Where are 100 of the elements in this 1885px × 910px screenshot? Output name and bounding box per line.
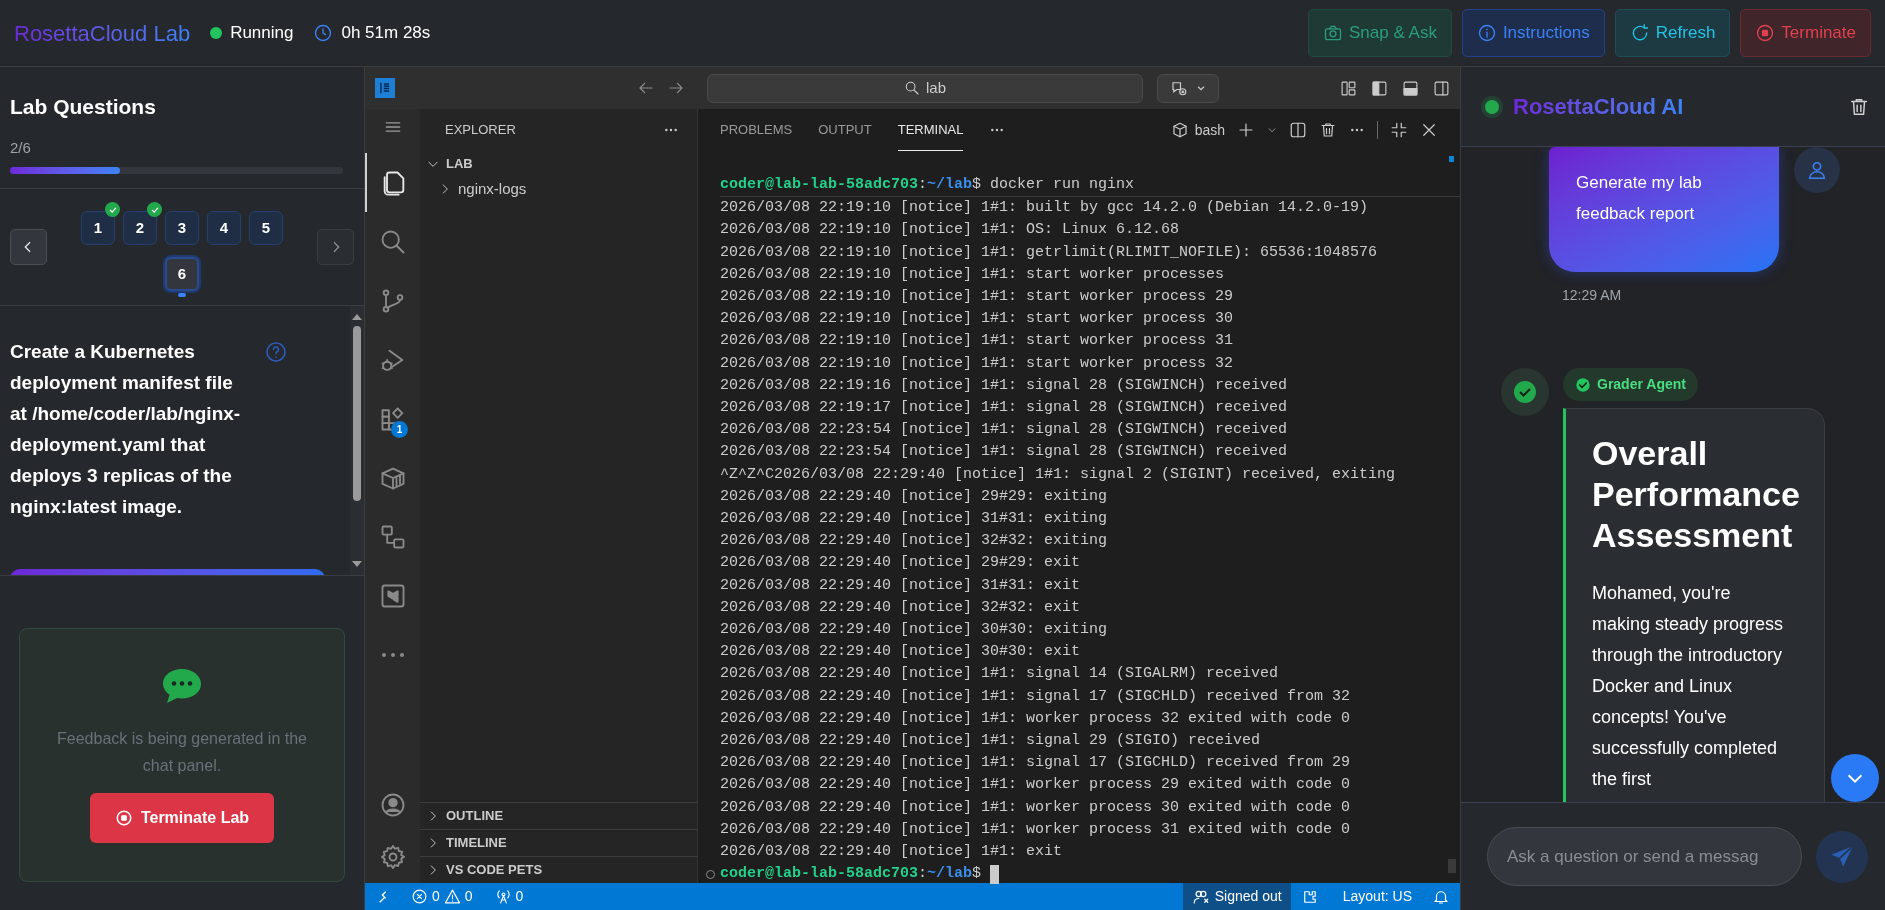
explorer-title: EXPLORER: [445, 121, 516, 140]
terminal-line: 2026/03/08 22:19:17 [notice] 1#1: signal 28 (SIGWINCH) received: [720, 398, 1289, 419]
chat-bubble-icon: [161, 667, 203, 705]
close-icon[interactable]: [1420, 121, 1438, 139]
chevron-icon[interactable]: [1267, 125, 1277, 135]
question-button[interactable]: 2: [123, 211, 157, 245]
terminal-line: 2026/03/08 22:29:40 [notice] 32#32: exit: [720, 597, 1082, 618]
user-message: Generate my lab feedback report: [1549, 147, 1779, 272]
refresh-button[interactable]: Refresh: [1614, 9, 1731, 57]
section-header[interactable]: TIMELINE: [420, 829, 697, 856]
terminal-line: 2026/03/08 22:19:10 [notice] 1#1: start worker processes: [720, 264, 1226, 285]
status-text: Running: [230, 22, 294, 45]
terminal-line: 2026/03/08 22:19:10 [notice] 1#1: getrlimit(RLIMIT_NOFILE): 65536:1048576: [720, 242, 1379, 263]
terminal-line: 2026/03/08 22:19:10 [notice] 1#1: OS: Linux 6.12.68: [720, 220, 1181, 241]
prompt-line: coder@lab-lab-58adc703:~/lab$ docker run nginx: [720, 175, 1135, 195]
feedback-message: Feedback is being generated in the chat panel.: [56, 729, 308, 776]
question-text: Create a Kubernetes deployment manifest file at /home/coder/lab/nginx-deployment.yaml that deploys 3 replicas of the nginx:latest image.: [10, 340, 242, 519]
broadcast-icon[interactable]: [494, 888, 512, 905]
sidebar-toggle-icon[interactable]: [1371, 79, 1388, 97]
error-count[interactable]: 0: [432, 886, 440, 907]
chevron-down-icon: [1196, 83, 1206, 93]
search-field[interactable]: lab: [707, 73, 1143, 103]
question-button[interactable]: 4: [207, 211, 241, 245]
prompt-line: coder@lab-lab-58adc703:~/lab$: [720, 864, 982, 885]
trash-icon[interactable]: [1319, 121, 1337, 139]
layout-icon[interactable]: [1340, 79, 1357, 97]
agent-badge: Grader Agent: [1563, 368, 1698, 401]
scrollbar[interactable]: [1448, 859, 1456, 873]
instructions-button[interactable]: Instructions: [1461, 9, 1605, 57]
account-status[interactable]: Signed out: [1182, 883, 1291, 910]
question-button[interactable]: 3: [165, 211, 199, 245]
camera-icon: [1323, 23, 1343, 43]
activity-bar-item[interactable]: 1: [365, 389, 420, 448]
terminal-line: 2026/03/08 22:29:40 [notice] 30#30: exiting: [720, 620, 1109, 641]
terminal-line: 2026/03/08 22:29:40 [notice] 32#32: exiting: [720, 531, 1109, 552]
snap-button[interactable]: Snap & Ask: [1308, 9, 1452, 57]
terminal-line: 2026/03/08 22:23:54 [notice] 1#1: signal 28 (SIGWINCH) received: [720, 420, 1289, 441]
stop-icon: [114, 809, 133, 827]
cursor: [990, 864, 1000, 884]
message-heading: Overall Performance Assessment: [1592, 433, 1801, 556]
panel-title: Lab Questions: [10, 94, 157, 120]
terminal-line: 2026/03/08 22:19:16 [notice] 1#1: signal 28 (SIGWINCH) received: [720, 375, 1289, 396]
plus-icon[interactable]: [1237, 121, 1255, 139]
terminal-line: ^Z^Z^C2026/03/08 22:29:40 [notice] 1#1: signal 2 (SIGINT) received, exiting: [720, 464, 1397, 485]
scroll-marker: [1449, 156, 1454, 162]
collapse-icon[interactable]: [1390, 121, 1408, 139]
terminal-line: 2026/03/08 22:29:40 [notice] 1#1: signal 17 (SIGCHLD) received from 32: [720, 686, 1352, 707]
warning-icon[interactable]: [443, 888, 461, 905]
terminal-line: 2026/03/08 22:23:54 [notice] 1#1: signal 28 (SIGWINCH) received: [720, 442, 1289, 463]
terminal-line: 2026/03/08 22:19:10 [notice] 1#1: start worker process 29: [720, 287, 1235, 307]
secondary-sidebar-icon[interactable]: [1433, 79, 1450, 97]
terminal-line: 2026/03/08 22:29:40 [notice] 1#1: signal 17 (SIGCHLD) received from 29: [720, 753, 1352, 774]
chat-dropdown-button[interactable]: [1157, 73, 1219, 103]
terminal-line: 2026/03/08 22:19:10 [notice] 1#1: start worker process 31: [720, 331, 1235, 352]
terminal-line: 2026/03/08 22:19:10 [notice] 1#1: start worker process 30: [720, 309, 1235, 330]
chat-icon: [1170, 79, 1188, 97]
terminal-line: 2026/03/08 22:29:40 [notice] 1#1: worker process 29 exited with code 0: [720, 775, 1352, 796]
stop-icon: [1755, 23, 1776, 43]
panel-tab[interactable]: TERMINAL: [897, 109, 964, 151]
terminal-line: 2026/03/08 22:29:40 [notice] 1#1: worker process 32 exited with code 0: [720, 708, 1352, 729]
terminate-lab-button[interactable]: Terminate Lab: [89, 793, 275, 843]
message-text: Mohamed, you're making steady progress through the introductory Docker and Linux concepts! You've successfully completed the first: [1592, 582, 1785, 791]
info-icon: [1476, 23, 1497, 43]
terminal-line: 2026/03/08 22:29:40 [notice] 1#1: worker process 30 exited with code 0: [720, 797, 1352, 818]
app-logo-icon: [375, 78, 395, 98]
shell-selector[interactable]: bash: [1170, 119, 1225, 141]
timer-text: 0h 51m 28s: [341, 22, 431, 45]
error-icon[interactable]: [411, 888, 428, 905]
terminal-line: 2026/03/08 22:29:40 [notice] 29#29: exit: [720, 553, 1082, 574]
send-button[interactable]: [1816, 830, 1868, 883]
terminal-line: 2026/03/08 22:19:10 [notice] 1#1: start worker process 32: [720, 353, 1235, 374]
terminal-line: 2026/03/08 22:29:40 [notice] 1#1: signal 14 (SIGALRM) received: [720, 664, 1280, 685]
selected-indicator: [178, 293, 186, 297]
terminal-line: 2026/03/08 22:29:40 [notice] 30#30: exit: [720, 642, 1082, 663]
cube-icon: [1170, 121, 1189, 139]
panel-toggle-icon[interactable]: [1402, 79, 1419, 97]
question-button[interactable]: 6: [165, 257, 199, 291]
folder-header[interactable]: LAB: [420, 151, 697, 177]
tree-item[interactable]: nginx-logs: [420, 177, 697, 201]
terminal-line: 2026/03/08 22:19:10 [notice] 1#1: built by gcc 14.2.0 (Debian 14.2.0-19): [720, 198, 1370, 219]
port-count[interactable]: 0: [515, 886, 524, 907]
panel-tab[interactable]: PROBLEMS: [720, 109, 793, 151]
settings-icon[interactable]: [378, 843, 407, 871]
more-icon: [381, 652, 404, 657]
progress-text: 2/6: [10, 137, 32, 158]
terminal-line: 2026/03/08 22:29:40 [notice] 1#1: signal 29 (SIGIO) received: [720, 731, 1262, 752]
question-button[interactable]: 5: [249, 211, 283, 245]
scrollbar[interactable]: [350, 306, 364, 575]
terminal-line: 2026/03/08 22:29:40 [notice] 31#31: exiting: [720, 509, 1109, 530]
terminal-line: 2026/03/08 22:29:40 [notice] 1#1: exit: [720, 842, 1064, 863]
scroll-down-button[interactable]: [1831, 754, 1879, 802]
split-icon[interactable]: [1289, 121, 1307, 139]
clock-icon: [313, 23, 334, 43]
search-icon: [904, 80, 920, 96]
section-header[interactable]: OUTLINE: [420, 802, 697, 829]
warning-count[interactable]: 0: [464, 886, 473, 907]
message-input[interactable]: Ask a question or send a messag: [1487, 827, 1802, 886]
question-button[interactable]: 1: [81, 211, 115, 245]
panel-tab[interactable]: OUTPUT: [818, 109, 872, 151]
keyboard-layout[interactable]: Layout: US: [1290, 883, 1422, 910]
